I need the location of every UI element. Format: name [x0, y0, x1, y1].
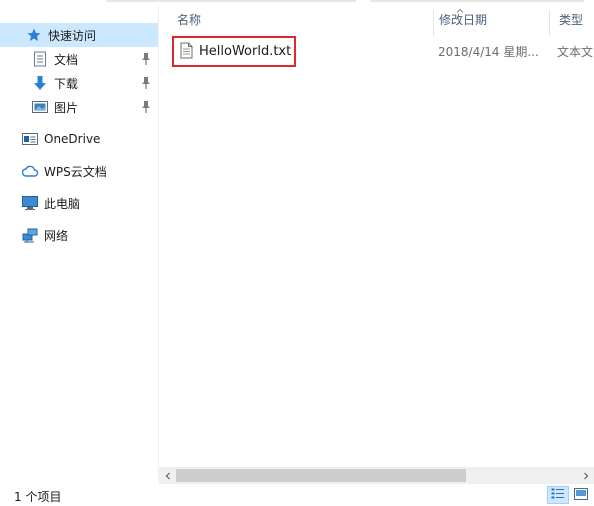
cloud-icon — [22, 163, 38, 179]
top-strip-segment — [106, 0, 356, 2]
column-name[interactable]: 名称 — [159, 6, 433, 34]
nav-item-this-pc[interactable]: 此电脑 — [0, 191, 158, 215]
column-modified[interactable]: 修改日期 — [421, 6, 551, 34]
nav-item-network[interactable]: 网络 — [0, 223, 158, 247]
text-file-icon — [180, 42, 193, 62]
item-count: 1 个项目 — [14, 490, 62, 504]
large-icons-view-button[interactable] — [570, 486, 592, 504]
large-icons-view-icon — [574, 487, 588, 503]
file-modified: 2018/4/14 星期... — [438, 45, 539, 59]
nav-label: WPS云文档 — [44, 164, 107, 179]
details-view-button[interactable] — [547, 486, 569, 504]
nav-item-quick-access[interactable]: 快速访问 — [0, 23, 158, 47]
nav-item-wps-cloud[interactable]: WPS云文档 — [0, 159, 158, 183]
nav-label: 网络 — [44, 228, 69, 243]
picture-icon — [32, 99, 48, 115]
nav-label: OneDrive — [44, 132, 101, 146]
nav-label: 此电脑 — [44, 196, 81, 211]
pin-icon[interactable] — [140, 100, 152, 114]
details-view-icon — [551, 488, 565, 503]
file-name-cell[interactable]: HelloWorld.txt — [172, 36, 296, 67]
pin-icon[interactable] — [140, 52, 152, 66]
horizontal-scrollbar[interactable] — [159, 467, 594, 484]
file-type: 文本文 — [557, 45, 594, 59]
scroll-right-icon[interactable] — [577, 467, 594, 484]
nav-label: 图片 — [54, 100, 79, 115]
document-icon — [32, 51, 48, 67]
computer-icon — [22, 195, 38, 211]
column-header: 名称 修改日期 类型 — [159, 6, 594, 36]
scroll-left-icon[interactable] — [159, 467, 176, 484]
scrollbar-thumb[interactable] — [176, 469, 466, 482]
star-icon — [26, 27, 42, 43]
column-type[interactable]: 类型 — [541, 6, 594, 34]
network-icon — [22, 227, 38, 243]
pane-divider[interactable] — [158, 6, 159, 482]
navigation-pane: 快速访问 文档 下载 图片 OneDrive WPS云文档 此电脑 网络 — [0, 6, 158, 482]
nav-label: 文档 — [54, 52, 79, 67]
nav-label: 下载 — [54, 76, 79, 91]
download-arrow-icon — [32, 75, 48, 91]
onedrive-icon — [22, 131, 38, 147]
nav-item-onedrive[interactable]: OneDrive — [0, 127, 158, 151]
nav-label: 快速访问 — [48, 28, 97, 43]
top-strip-segment — [370, 0, 584, 2]
status-bar: 1 个项目 — [0, 484, 594, 506]
nav-item-pictures[interactable]: 图片 — [0, 95, 158, 119]
file-name: HelloWorld.txt — [199, 44, 292, 59]
nav-item-documents[interactable]: 文档 — [0, 47, 158, 71]
file-row[interactable]: HelloWorld.txt 2018/4/14 星期... 文本文 — [159, 36, 594, 67]
nav-item-downloads[interactable]: 下载 — [0, 71, 158, 95]
pin-icon[interactable] — [140, 76, 152, 90]
